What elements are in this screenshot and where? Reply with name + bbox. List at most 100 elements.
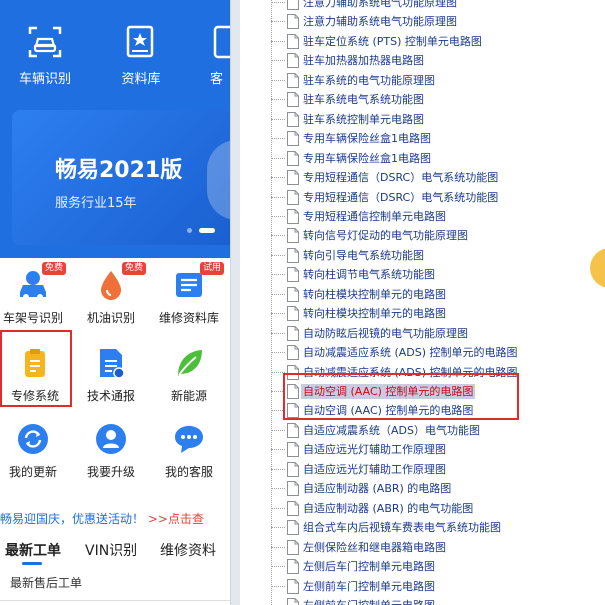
tree-item[interactable]: 注意力辅助系统电气功能原理图 (240, 12, 605, 31)
tree-item[interactable]: 注意力辅助系统电气功能原理图 (240, 0, 605, 12)
section-heading: 最新售后工单 (10, 576, 83, 590)
highlight-box-specialized-repair (0, 330, 72, 407)
promo-link[interactable]: >>点击查 (148, 512, 204, 526)
document-icon (287, 170, 299, 186)
grid-label: 我的客服 (164, 465, 213, 479)
grid-upgrade[interactable]: 我要升级 (72, 422, 150, 480)
grid-oil-recognition[interactable]: 免费 机油识别 (72, 262, 150, 326)
tree-item[interactable]: 转向信号灯促动的电气功能原理图 (240, 226, 605, 245)
tree-item-label: 自适应制动器 (ABR) 的电气功能图 (303, 501, 474, 515)
content-tabs: 最新工单 VIN识别 维修资料 (0, 536, 230, 565)
promo-ticker[interactable]: 畅易迎国庆，优惠送活动！ >>点击查 (0, 510, 230, 528)
tree-connector (271, 293, 285, 295)
tree-item[interactable]: 左侧前车门控制单元电路图 (240, 596, 605, 605)
car-scan-icon (28, 26, 62, 58)
document-icon (287, 539, 299, 555)
tree-item[interactable]: 转向柱模块控制单元的电路图 (240, 285, 605, 304)
grid-label: 新能源 (170, 389, 207, 403)
tree-item[interactable]: 驻车系统电气系统功能图 (240, 90, 605, 109)
grid-label: 机油识别 (86, 311, 135, 325)
tree-item-label: 转向引导电气系统功能图 (303, 248, 424, 262)
tab-vin-recognition[interactable]: VIN识别 (85, 540, 137, 560)
tree-item[interactable]: 驻车加热器加热器电路图 (240, 51, 605, 70)
tree-item-label: 自动减震适应系统 (ADS) 控制单元的电路图 (303, 346, 518, 360)
tree-item[interactable]: 自适应远光灯辅助工作原理图 (240, 440, 605, 459)
chat-icon (175, 426, 203, 453)
tree-item-label: 组合式车内后视镜车费表电气系统功能图 (303, 521, 501, 535)
tree-item[interactable]: 自适应制动器 (ABR) 的电气功能图 (240, 499, 605, 518)
tree-item-label: 转向信号灯促动的电气功能原理图 (303, 229, 468, 243)
tree-item-label: 驻车定位系统 (PTS) 控制单元电路图 (303, 34, 482, 48)
document-icon (287, 578, 299, 594)
nav-library[interactable]: 资料库 (101, 24, 181, 87)
free-badge: 免费 (122, 262, 147, 275)
tree-item[interactable]: 转向引导电气系统功能图 (240, 246, 605, 265)
mobile-app-panel: 车辆识别 资料库 客 畅易2021版 服务行业15年 免费 车架号识别 免费 机… (0, 0, 230, 605)
tree-item-label: 自适应远光灯辅助工作原理图 (303, 443, 446, 457)
tree-connector (271, 488, 285, 490)
tree-connector (271, 527, 285, 529)
nav-label: 资料库 (121, 72, 161, 87)
nav-vehicle-recognition[interactable]: 车辆识别 (5, 24, 85, 87)
document-tree-panel: 注意力辅助系统电气功能原理图 注意力辅助系统电气功能原理图 驻车定位系统 (PTS)… (240, 0, 605, 605)
divider-line (0, 600, 230, 601)
book-icon (126, 25, 154, 58)
grid-customer-service[interactable]: 我的客服 (150, 422, 228, 480)
tree-connector (271, 21, 285, 23)
tree-item[interactable]: 左侧前车门控制单元电路图 (240, 577, 605, 596)
promo-banner[interactable]: 畅易2021版 服务行业15年 (12, 110, 230, 245)
tree-item[interactable]: 转向柱模块控制单元的电路图 (240, 304, 605, 323)
grid-vin-recognition[interactable]: 免费 车架号识别 (0, 262, 72, 326)
tab-repair-data[interactable]: 维修资料 (160, 540, 216, 560)
tree-item[interactable]: 专用短程通信（DSRC）电气系统功能图 (240, 188, 605, 207)
tree-item[interactable]: 转向柱调节电气系统功能图 (240, 265, 605, 284)
tree-item-label: 驻车系统电气系统功能图 (303, 93, 424, 107)
document-icon (287, 72, 299, 88)
tree-item[interactable]: 自适应远光灯辅助工作原理图 (240, 460, 605, 479)
tree-item[interactable]: 自适应减震系统（ADS）电气功能图 (240, 421, 605, 440)
tree-item[interactable]: 自动减震适应系统 (ADS) 控制单元的电路图 (240, 343, 605, 362)
tree-item[interactable]: 专用短程通信控制单元电路图 (240, 207, 605, 226)
leaf-icon (178, 350, 202, 376)
tree-item[interactable]: 左侧后车门控制单元电路图 (240, 557, 605, 576)
carousel-dot[interactable] (187, 228, 192, 233)
user-upgrade-icon (96, 424, 126, 454)
tree-item[interactable]: 左侧保险丝和继电器箱电路图 (240, 538, 605, 557)
tree-item[interactable]: 驻车系统的电气功能原理图 (240, 71, 605, 90)
grid-label: 技术通报 (86, 389, 135, 403)
tree-connector (271, 40, 285, 42)
tree-item[interactable]: 自动防眩后视镜的电气功能原理图 (240, 324, 605, 343)
screenshot-root: 车辆识别 资料库 客 畅易2021版 服务行业15年 免费 车架号识别 免费 机… (0, 0, 605, 605)
tree-connector (271, 79, 285, 81)
trial-badge: 试用 (200, 262, 225, 275)
tree-connector (271, 449, 285, 451)
nav-customer[interactable]: 客 (190, 24, 230, 87)
tab-latest-orders[interactable]: 最新工单 (5, 540, 61, 560)
tree-item-label: 注意力辅助系统电气功能原理图 (303, 0, 457, 9)
document-icon (287, 150, 299, 166)
tree-connector (271, 157, 285, 159)
grid-repair-library[interactable]: 试用 维修资料库 (150, 262, 228, 326)
tree-item-label: 专用短程通信（DSRC）电气系统功能图 (303, 171, 499, 185)
tree-item[interactable]: 专用短程通信（DSRC）电气系统功能图 (240, 168, 605, 187)
tree-item[interactable]: 自适应制动器 (ABR) 的电路图 (240, 479, 605, 498)
tree-item[interactable]: 驻车系统控制单元电路图 (240, 110, 605, 129)
grid-tech-bulletin[interactable]: 技术通报 (72, 346, 150, 404)
tree-connector (271, 138, 285, 140)
grid-my-updates[interactable]: 我的更新 (0, 422, 72, 480)
tree-connector (271, 177, 285, 179)
tree-item[interactable]: 专用车辆保险丝盒1电路图 (240, 129, 605, 148)
tree-connector (271, 254, 285, 256)
banner-decoration (207, 140, 230, 220)
tree-item[interactable]: 驻车定位系统 (PTS) 控制单元电路图 (240, 32, 605, 51)
refresh-icon (18, 424, 48, 454)
document-icon (287, 306, 299, 322)
tree-item-label: 自动防眩后视镜的电气功能原理图 (303, 326, 468, 340)
tree-item[interactable]: 专用车辆保险丝盒1电路图 (240, 149, 605, 168)
document-icon (287, 325, 299, 341)
tree-item[interactable]: 组合式车内后视镜车费表电气系统功能图 (240, 518, 605, 537)
carousel-dot-active[interactable] (199, 228, 215, 233)
tree-item-label: 驻车系统控制单元电路图 (303, 112, 424, 126)
tree-item-label: 左侧后车门控制单元电路图 (303, 560, 435, 574)
grid-new-energy[interactable]: 新能源 (150, 346, 228, 404)
